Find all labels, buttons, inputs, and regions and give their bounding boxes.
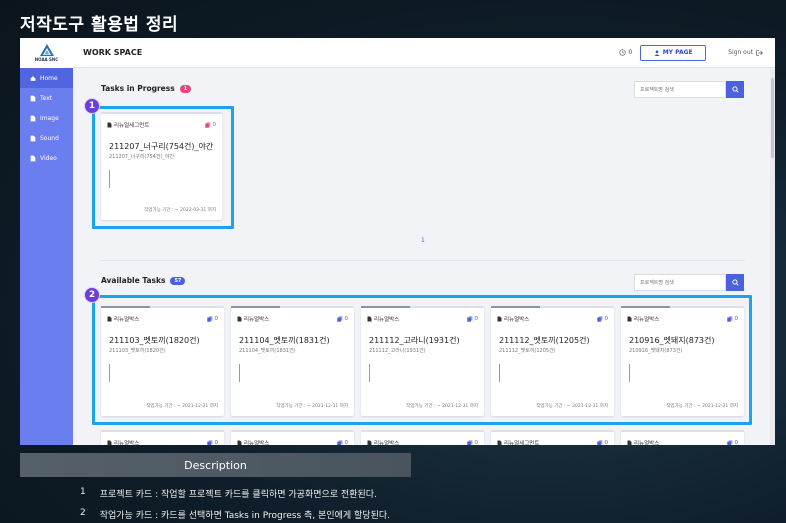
- available-section-title: Available Tasks 57: [101, 276, 186, 285]
- document-icon: [497, 440, 502, 445]
- marker-1: 1: [84, 98, 100, 114]
- card-type: 리뉴얼세그먼트: [504, 441, 540, 445]
- sidebar-item-label: Video: [40, 154, 57, 162]
- sidebar-item-text[interactable]: Text: [20, 88, 73, 108]
- project-card[interactable]: 리뉴얼박스 0: [231, 430, 354, 445]
- description-header: Description: [20, 453, 411, 477]
- notification-count: 0: [628, 49, 633, 56]
- in-progress-page-number[interactable]: 1: [421, 237, 425, 244]
- file-icon: [30, 135, 36, 141]
- sign-out-label: Sign out: [728, 49, 753, 56]
- copy-icon: [206, 440, 212, 445]
- sidebar-item-home[interactable]: Home: [20, 68, 73, 88]
- available-count-badge: 57: [170, 276, 186, 285]
- card-type: 리뉴얼박스: [374, 441, 400, 445]
- copy-icon: [466, 440, 472, 445]
- search-icon: [731, 86, 739, 93]
- description-item-text: 프로젝트 카드 : 작업할 프로젝트 카드를 클릭하면 가공화면으로 전환된다.: [99, 490, 377, 500]
- card-count-value: 0: [344, 440, 349, 445]
- available-search-input[interactable]: [634, 274, 726, 291]
- logo[interactable]: NOAA SNC: [20, 38, 73, 68]
- sidebar-item-label: Image: [40, 114, 59, 122]
- highlight-box-in-progress: [92, 106, 234, 229]
- scrollbar[interactable]: [770, 68, 775, 445]
- sidebar-item-label: Home: [40, 74, 58, 82]
- logo-icon: [39, 44, 54, 56]
- logo-text: NOAA SNC: [34, 57, 59, 62]
- project-card[interactable]: 리뉴얼세그먼트 0: [491, 430, 614, 445]
- card-header: 리뉴얼박스 0: [627, 439, 738, 445]
- project-card[interactable]: 리뉴얼박스 0: [101, 430, 224, 445]
- file-icon: [30, 115, 36, 121]
- in-progress-count-badge: 1: [179, 84, 192, 93]
- sidebar-item-video[interactable]: Video: [20, 148, 73, 168]
- card-header: 리뉴얼세그먼트 0: [497, 439, 608, 445]
- file-icon: [30, 95, 36, 101]
- in-progress-search-button[interactable]: [726, 81, 744, 98]
- document-icon: [627, 440, 632, 445]
- card-header: 리뉴얼박스 0: [237, 439, 348, 445]
- card-count-value: 0: [214, 440, 219, 445]
- notification-indicator[interactable]: 0: [619, 49, 632, 56]
- sidebar-item-sound[interactable]: Sound: [20, 128, 73, 148]
- copy-icon: [726, 440, 732, 445]
- card-count-value: 0: [734, 440, 739, 445]
- description-item-number: 2: [80, 508, 86, 518]
- in-progress-title: Tasks in Progress: [101, 84, 175, 93]
- document-icon: [367, 440, 372, 445]
- copy-icon: [336, 440, 342, 445]
- available-search: [634, 274, 744, 291]
- document-icon: [107, 440, 112, 445]
- page-title: 저작도구 활용법 정리: [20, 15, 179, 35]
- logout-icon: [756, 49, 763, 56]
- description-item-text: 작업가능 카드 : 카드를 선택하면 Tasks in Progress 측, …: [99, 511, 390, 521]
- card-count: 0: [336, 440, 349, 445]
- sign-out-link[interactable]: Sign out: [728, 49, 763, 56]
- topbar: WORK SPACE 0 MY PAGE Sign out: [73, 38, 775, 68]
- user-icon: [654, 49, 660, 56]
- copy-icon: [596, 440, 602, 445]
- in-progress-search-input[interactable]: [634, 81, 726, 98]
- description-item-2: 2 작업가능 카드 : 카드를 선택하면 Tasks in Progress 측…: [80, 508, 390, 521]
- card-count-value: 0: [604, 440, 609, 445]
- sidebar-item-label: Text: [40, 94, 53, 102]
- project-card[interactable]: 리뉴얼박스 0: [621, 430, 744, 445]
- card-count-value: 0: [474, 440, 479, 445]
- marker-2: 2: [84, 287, 100, 303]
- card-count: 0: [726, 440, 739, 445]
- description-item-number: 1: [80, 487, 86, 497]
- sidebar-item-image[interactable]: Image: [20, 108, 73, 128]
- card-type: 리뉴얼박스: [114, 441, 140, 445]
- available-title: Available Tasks: [101, 276, 166, 285]
- my-page-label: MY PAGE: [662, 49, 693, 56]
- in-progress-search: [634, 81, 744, 98]
- card-type: 리뉴얼박스: [244, 441, 270, 445]
- file-icon: [30, 155, 36, 161]
- document-icon: [237, 440, 242, 445]
- card-count: 0: [466, 440, 479, 445]
- project-card[interactable]: 리뉴얼박스 0: [361, 430, 484, 445]
- card-header: 리뉴얼박스 0: [367, 439, 478, 445]
- search-icon: [731, 279, 739, 286]
- description-item-1: 1 프로젝트 카드 : 작업할 프로젝트 카드를 클릭하면 가공화면으로 전환된…: [80, 487, 377, 500]
- home-icon: [30, 75, 36, 81]
- highlight-box-available: [92, 295, 752, 425]
- clock-icon: [619, 49, 626, 56]
- in-progress-section-title: Tasks in Progress 1: [101, 84, 192, 93]
- card-header: 리뉴얼박스 0: [107, 439, 218, 445]
- scrollbar-thumb[interactable]: [771, 78, 774, 158]
- my-page-button[interactable]: MY PAGE: [640, 44, 707, 61]
- card-count: 0: [596, 440, 609, 445]
- section-divider: [100, 260, 745, 261]
- workspace-title: WORK SPACE: [83, 48, 143, 57]
- card-type: 리뉴얼박스: [634, 441, 660, 445]
- card-count: 0: [206, 440, 219, 445]
- sidebar-item-label: Sound: [40, 134, 59, 142]
- available-search-button[interactable]: [726, 274, 744, 291]
- sidebar: NOAA SNC Home Text Image Sound Video: [20, 38, 73, 445]
